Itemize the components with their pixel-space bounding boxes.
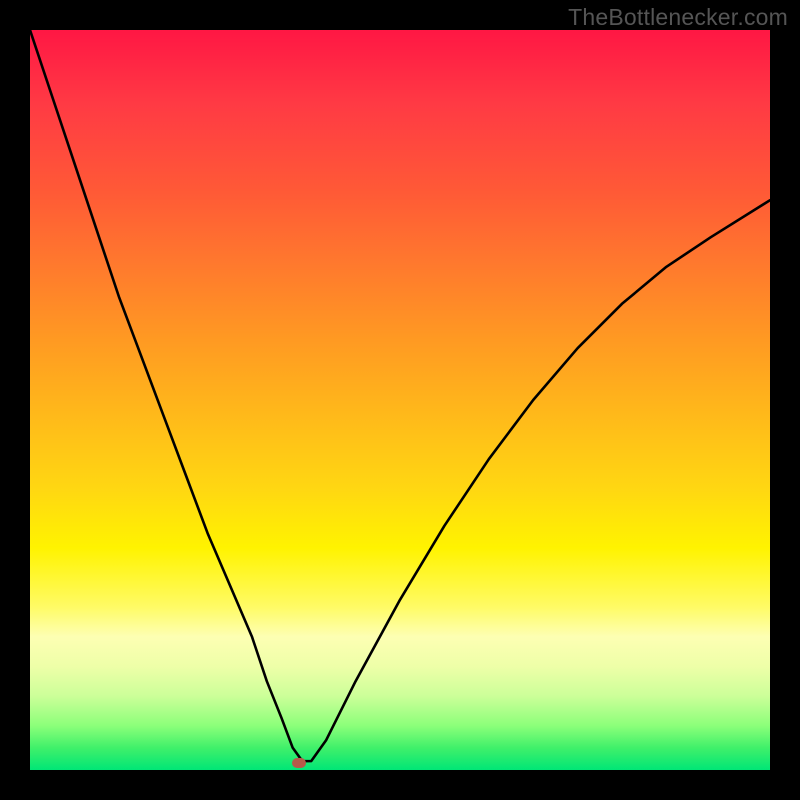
optimum-marker xyxy=(292,758,306,768)
bottleneck-curve xyxy=(30,30,770,761)
watermark-text: TheBottlenecker.com xyxy=(568,4,788,31)
curve-svg xyxy=(30,30,770,770)
plot-area xyxy=(30,30,770,770)
chart-frame: TheBottlenecker.com xyxy=(0,0,800,800)
